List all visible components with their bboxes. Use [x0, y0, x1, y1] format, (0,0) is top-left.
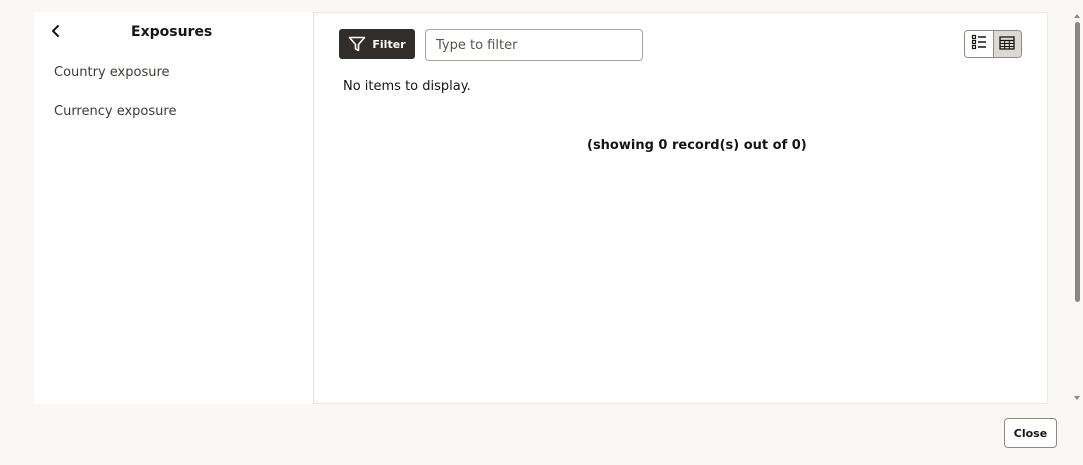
table-view-button[interactable]: [993, 31, 1021, 57]
main-content: Filter Type to filter No items to displa…: [314, 12, 1048, 404]
filter-button-label: Filter: [372, 37, 406, 51]
scroll-down-arrow-icon[interactable]: [1074, 396, 1080, 400]
exposures-panel: Exposures Country exposure Currency expo…: [34, 12, 1048, 404]
list-view-icon: [971, 34, 987, 54]
funnel-icon: [348, 36, 366, 52]
sidebar: Exposures Country exposure Currency expo…: [34, 12, 314, 404]
view-mode-toggle: [964, 30, 1022, 58]
sidebar-item-country-exposure[interactable]: Country exposure: [54, 65, 170, 80]
close-button[interactable]: Close: [1004, 418, 1057, 448]
record-count-label: (showing 0 record(s) out of 0): [587, 138, 807, 153]
filter-button[interactable]: Filter: [339, 29, 415, 59]
chevron-left-icon[interactable]: [49, 23, 63, 39]
scroll-up-arrow-icon[interactable]: [1074, 14, 1080, 18]
empty-message: No items to display.: [343, 79, 471, 94]
sidebar-header: Exposures: [34, 12, 313, 52]
table-view-icon: [999, 35, 1015, 54]
filter-input[interactable]: [425, 29, 643, 61]
scroll-thumb[interactable]: [1075, 22, 1080, 302]
list-view-button[interactable]: [965, 31, 994, 57]
vertical-scrollbar[interactable]: [1071, 14, 1083, 404]
sidebar-item-currency-exposure[interactable]: Currency exposure: [54, 104, 176, 119]
sidebar-title: Exposures: [131, 24, 213, 40]
